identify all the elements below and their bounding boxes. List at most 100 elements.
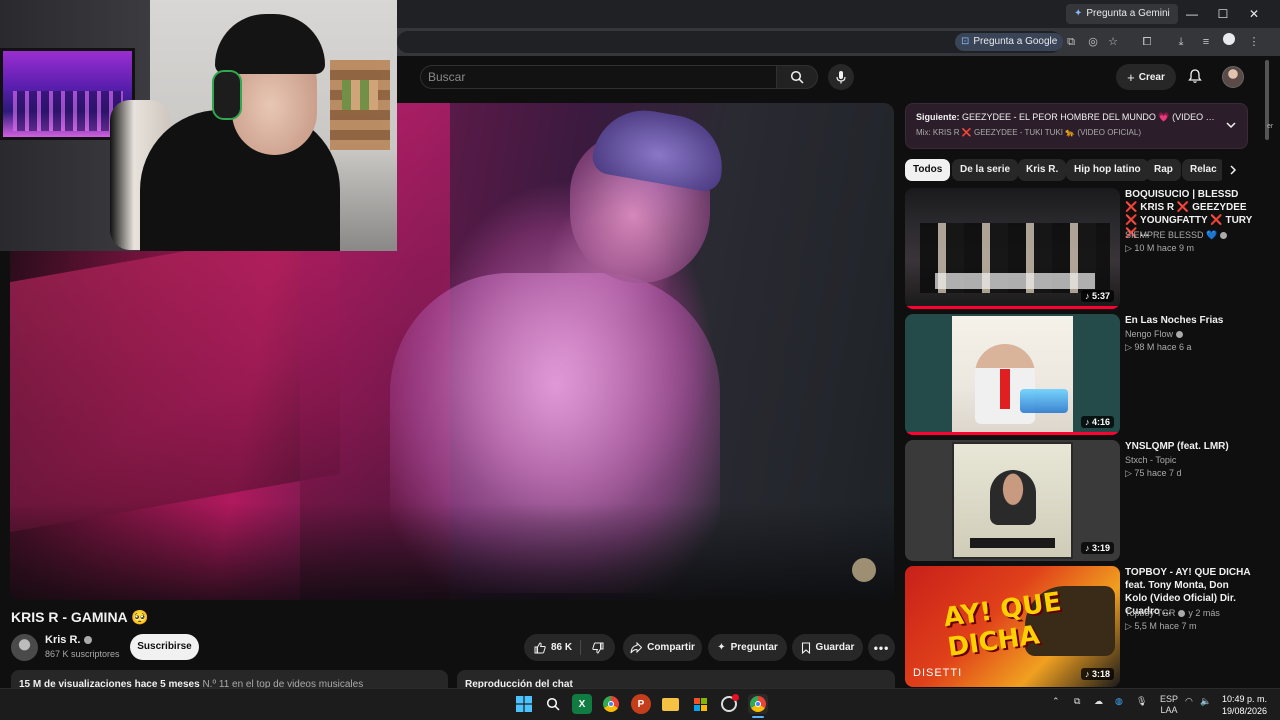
up-next-card[interactable] <box>905 103 1248 149</box>
microsoft-store-icon[interactable] <box>690 694 710 714</box>
save-button[interactable]: Guardar <box>792 634 863 661</box>
language-indicator[interactable]: ESP LAA <box>1160 694 1178 716</box>
voice-search-button[interactable] <box>828 64 854 90</box>
bell-icon <box>1188 69 1202 83</box>
related-channel-name: SIEMPRE BLESSD 💙 <box>1125 230 1218 240</box>
language-code: ESP <box>1160 694 1179 704</box>
search-icon <box>546 697 560 711</box>
notifications-button[interactable] <box>1184 65 1206 87</box>
like-button[interactable]: 86 K <box>534 641 572 654</box>
plus-icon: + <box>1127 69 1135 85</box>
chip-relacionados[interactable]: Relac <box>1182 159 1225 181</box>
chip-kris-r[interactable]: Kris R. <box>1018 159 1067 181</box>
hide-eye-icon[interactable]: ◎ <box>1084 33 1102 51</box>
edge-icon[interactable]: ◍ <box>1115 696 1123 707</box>
chevron-right-icon <box>1230 165 1237 175</box>
account-avatar[interactable] <box>1222 66 1244 88</box>
gemini-icon: ✦ <box>1074 8 1083 19</box>
search-button[interactable] <box>776 65 818 89</box>
duration-badge: ♪ 4:16 <box>1080 416 1114 428</box>
chips-next-button[interactable] <box>1222 159 1244 181</box>
thumbnail-art <box>1020 389 1068 413</box>
related-channel-name: Nengo Flow <box>1125 329 1174 339</box>
extensions-icon[interactable]: ⧠ <box>1138 33 1156 51</box>
channel-name[interactable]: Kris R. <box>45 634 80 646</box>
chrome-active-icon[interactable] <box>748 694 768 714</box>
file-explorer-icon[interactable] <box>660 694 680 714</box>
ask-google-label: Pregunta a Google <box>973 36 1058 47</box>
windows-logo-icon <box>516 696 532 712</box>
chevron-up-icon[interactable]: ⌃ <box>1052 696 1060 707</box>
ask-google-button[interactable]: ⊡ Pregunta a Google <box>955 33 1064 51</box>
chevron-down-icon[interactable] <box>1224 118 1238 132</box>
obs-icon[interactable] <box>719 694 739 714</box>
thumbs-up-icon <box>534 641 546 653</box>
description-box[interactable]: 15 M de visualizaciones hace 5 meses N.º… <box>11 670 448 690</box>
download-icon[interactable]: ⤓ <box>1172 33 1190 51</box>
chip-todos[interactable]: Todos <box>905 159 951 181</box>
related-title-2[interactable]: En Las Noches Frias <box>1125 314 1253 327</box>
duration-badge: ♪ 3:18 <box>1080 668 1114 680</box>
side-panel-edge-text: er <box>1267 123 1274 130</box>
related-channel-1[interactable]: SIEMPRE BLESSD 💙 <box>1125 230 1228 241</box>
related-channel-4[interactable]: Topboy TGR y 2 más <box>1125 608 1220 618</box>
wifi-icon[interactable]: ◠ <box>1185 696 1193 707</box>
ask-gemini-button[interactable]: ✦ Pregunta a Gemini <box>1066 4 1178 24</box>
thumbnail-brand-text: DISETTI <box>913 667 963 679</box>
thumbnail-art <box>990 470 1036 525</box>
more-actions-button[interactable]: ••• <box>868 634 895 661</box>
chrome-icon[interactable] <box>601 694 621 714</box>
create-label: Crear <box>1138 71 1165 83</box>
video-title: KRIS R - GAMINA 🥺 <box>11 609 149 625</box>
chip-de-la-serie[interactable]: De la serie <box>952 159 1019 181</box>
search-input[interactable] <box>428 66 758 88</box>
save-label: Guardar <box>815 642 855 653</box>
close-window-button[interactable]: ✕ <box>1239 4 1269 24</box>
media-queue-icon[interactable]: ≡ <box>1197 33 1215 51</box>
bookmark-star-icon[interactable]: ☆ <box>1104 33 1122 51</box>
microphone-icon[interactable]: 🎙 <box>1136 696 1147 707</box>
powerpoint-icon[interactable]: P <box>631 694 651 714</box>
dislike-button[interactable] <box>592 642 604 654</box>
share-icon <box>630 641 643 653</box>
share-button[interactable]: Compartir <box>623 634 702 661</box>
related-thumbnail-3[interactable]: ♪ 3:19 <box>905 440 1120 561</box>
related-thumbnail-2[interactable]: ♪ 4:16 <box>905 314 1120 435</box>
install-app-icon[interactable]: ⧉ <box>1062 33 1080 51</box>
related-channel-3[interactable]: Stxch - Topic <box>1125 455 1176 465</box>
ask-button[interactable]: ✦ Preguntar <box>708 634 787 661</box>
thumbs-down-icon <box>592 642 604 654</box>
page-scrollbar-track[interactable] <box>1262 56 1280 688</box>
bookmark-icon <box>801 641 810 654</box>
profile-icon[interactable] <box>1220 33 1238 51</box>
related-meta-4: ▷ 5,5 M hace 7 m <box>1125 621 1197 631</box>
duration-badge: ♪ 5:37 <box>1080 290 1114 302</box>
ask-gemini-label: Pregunta a Gemini <box>1086 8 1170 19</box>
related-channel-name: Topboy TGR <box>1125 608 1176 618</box>
volume-icon[interactable]: 🔈 <box>1200 696 1211 707</box>
excel-icon[interactable]: X <box>572 694 592 714</box>
network-device-icon[interactable]: ⧉ <box>1074 696 1080 707</box>
channel-avatar[interactable] <box>11 634 38 661</box>
minimize-button[interactable]: — <box>1177 4 1207 24</box>
create-button[interactable]: + Crear <box>1116 64 1176 90</box>
related-title-3[interactable]: YNSLQMP (feat. LMR) <box>1125 440 1253 453</box>
chat-replay-box[interactable]: Reproducción del chat <box>457 670 895 690</box>
maximize-button[interactable]: ☐ <box>1208 4 1238 24</box>
start-button[interactable] <box>514 694 534 714</box>
verified-icon <box>84 636 93 644</box>
channel-name-row[interactable]: Kris R. <box>45 634 93 646</box>
taskbar-search-button[interactable] <box>543 694 563 714</box>
related-thumbnail-1[interactable]: ♪ 5:37 <box>905 188 1120 309</box>
related-channel-2[interactable]: Nengo Flow <box>1125 329 1184 339</box>
onedrive-icon[interactable]: ☁ <box>1094 696 1103 707</box>
chip-hip-hop-latino[interactable]: Hip hop latino <box>1066 159 1149 181</box>
related-thumbnail-4[interactable]: AY! QUE DICHA DISETTI ♪ 3:18 <box>905 566 1120 687</box>
menu-kebab-icon[interactable]: ⋮ <box>1245 33 1263 51</box>
chip-rap[interactable]: Rap <box>1146 159 1181 181</box>
channel-watermark-icon[interactable] <box>852 558 876 582</box>
verified-icon <box>1178 609 1186 617</box>
watched-progress-bar <box>905 306 1120 309</box>
system-clock[interactable]: 10:49 p. m. 19/08/2026 <box>1222 693 1267 717</box>
subscribe-button[interactable]: Suscribirse <box>130 634 199 660</box>
